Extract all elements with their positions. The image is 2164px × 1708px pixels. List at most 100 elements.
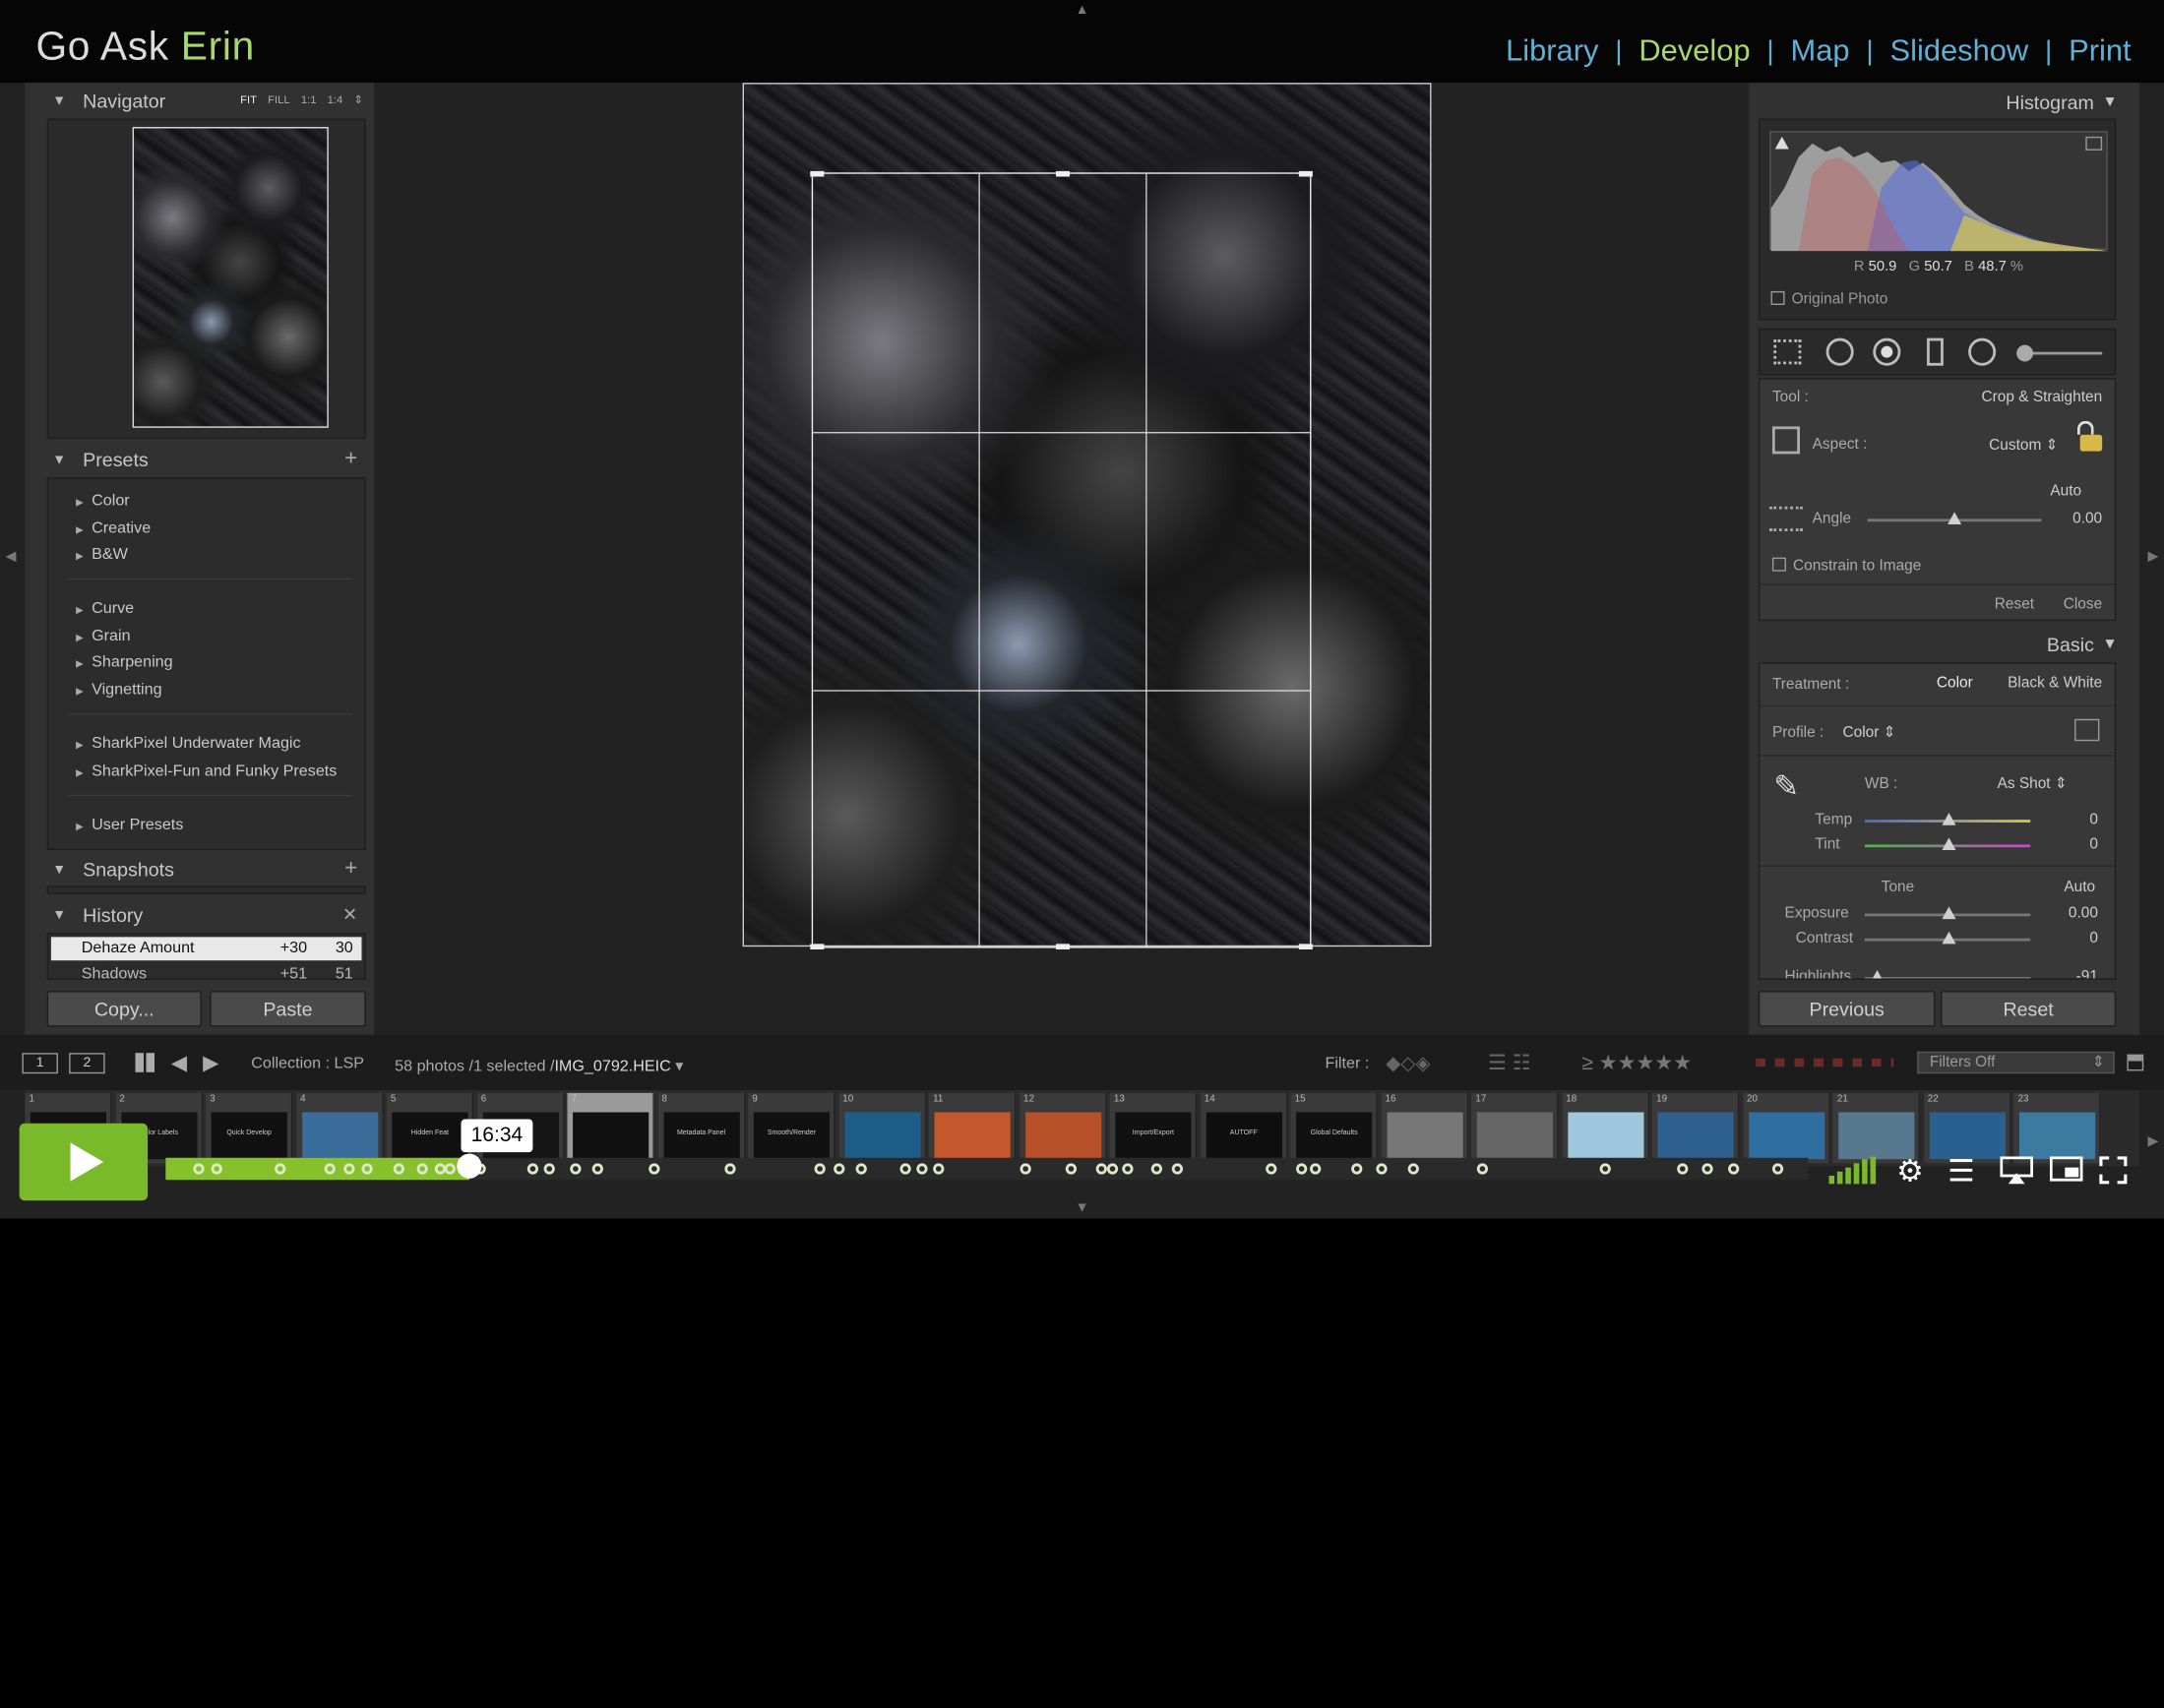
chapter-marker[interactable] bbox=[360, 1163, 373, 1175]
preset-folder[interactable]: ▶ Curve bbox=[76, 600, 134, 617]
filmstrip-scroll-right-icon[interactable]: ▶ bbox=[2147, 1134, 2158, 1149]
chapter-marker[interactable] bbox=[1700, 1163, 1713, 1175]
collapse-triangle-icon[interactable]: ▼ bbox=[2102, 93, 2117, 110]
tone-auto-button[interactable]: Auto bbox=[2064, 879, 2095, 895]
angle-slider-knob[interactable] bbox=[1948, 512, 1962, 524]
preset-folder[interactable]: ▶ Creative bbox=[76, 520, 151, 537]
tint-slider-knob[interactable] bbox=[1942, 837, 1956, 851]
zoom-1-1[interactable]: 1:1 bbox=[301, 93, 317, 106]
filter-preset-select[interactable]: Filters Off ⇕ bbox=[1917, 1051, 2115, 1074]
zoom-fit[interactable]: FIT bbox=[240, 93, 257, 106]
add-snapshot-icon[interactable]: + bbox=[344, 857, 357, 882]
module-print[interactable]: Print bbox=[2052, 33, 2131, 69]
checkbox-icon[interactable] bbox=[1770, 290, 1785, 305]
chapter-marker[interactable] bbox=[1727, 1163, 1739, 1175]
chapter-marker[interactable] bbox=[342, 1163, 354, 1175]
flag-filter-icons[interactable]: ◆◇◈ bbox=[1386, 1052, 1430, 1075]
chapter-marker[interactable] bbox=[1476, 1163, 1488, 1175]
module-library[interactable]: Library bbox=[1489, 33, 1615, 69]
radial-filter-icon[interactable] bbox=[1968, 337, 1997, 366]
highlight-clipping-icon[interactable] bbox=[2085, 136, 2103, 151]
chapter-marker[interactable] bbox=[592, 1163, 604, 1175]
chapter-marker[interactable] bbox=[723, 1163, 736, 1175]
spot-removal-icon[interactable] bbox=[1825, 337, 1854, 366]
zoom-fill[interactable]: FILL bbox=[268, 93, 289, 106]
picture-in-picture-icon[interactable] bbox=[2049, 1156, 2083, 1191]
module-slideshow[interactable]: Slideshow bbox=[1874, 33, 2045, 69]
back-arrow-icon[interactable]: ◀ bbox=[171, 1050, 187, 1075]
preset-folder[interactable]: ▶ User Presets bbox=[76, 817, 183, 833]
contrast-slider-knob[interactable] bbox=[1942, 931, 1956, 945]
module-develop[interactable]: Develop bbox=[1623, 33, 1767, 69]
exposure-slider-knob[interactable] bbox=[1942, 906, 1956, 920]
crop-tool-icon[interactable] bbox=[1773, 339, 1802, 365]
chapter-marker[interactable] bbox=[1376, 1163, 1388, 1175]
play-button[interactable] bbox=[19, 1123, 149, 1201]
auto-straighten-button[interactable]: Auto bbox=[2050, 483, 2081, 500]
collapse-triangle-icon[interactable]: ▼ bbox=[52, 862, 66, 877]
module-map[interactable]: Map bbox=[1774, 33, 1867, 69]
settings-gear-icon[interactable]: ⚙ bbox=[1896, 1154, 1924, 1190]
chapter-marker[interactable] bbox=[814, 1163, 826, 1175]
crop-handle[interactable] bbox=[810, 944, 825, 949]
paste-button[interactable]: Paste bbox=[210, 991, 366, 1027]
preset-folder[interactable]: ▶ Vignetting bbox=[76, 682, 161, 699]
fullscreen-icon[interactable] bbox=[2099, 1156, 2128, 1191]
second-window-button[interactable]: 2 bbox=[69, 1053, 105, 1074]
chapter-marker[interactable] bbox=[526, 1163, 538, 1175]
preset-folder[interactable]: ▶ SharkPixel Underwater Magic bbox=[76, 736, 300, 753]
chapter-marker[interactable] bbox=[899, 1163, 911, 1175]
main-photo[interactable] bbox=[742, 83, 1432, 949]
airplay-icon[interactable] bbox=[2000, 1156, 2034, 1191]
history-header[interactable]: ▼ History ✕ bbox=[25, 897, 374, 933]
highlights-value[interactable]: -91 bbox=[2076, 969, 2098, 979]
contrast-value[interactable]: 0 bbox=[2089, 930, 2098, 946]
basic-header[interactable]: Basic ▼ bbox=[2047, 634, 2118, 655]
preset-folder[interactable]: ▶ Color bbox=[76, 493, 130, 510]
main-window-button[interactable]: 1 bbox=[22, 1053, 58, 1074]
video-scrubber[interactable] bbox=[165, 1157, 1809, 1181]
crop-handle[interactable] bbox=[1298, 944, 1313, 949]
chapter-marker[interactable] bbox=[1065, 1163, 1078, 1175]
graduated-filter-icon[interactable] bbox=[1927, 337, 1944, 366]
white-balance-eyedropper-icon[interactable]: ✎ bbox=[1773, 768, 1807, 804]
constrain-to-image-toggle[interactable]: Constrain to Image bbox=[1771, 557, 1921, 574]
preset-folder[interactable]: ▶ Sharpening bbox=[76, 654, 172, 671]
crop-overlay[interactable] bbox=[810, 170, 1313, 949]
zoom-1-4[interactable]: 1:4 bbox=[328, 93, 343, 106]
crop-handle[interactable] bbox=[1055, 170, 1071, 177]
add-preset-icon[interactable]: + bbox=[344, 447, 357, 471]
original-photo-toggle[interactable]: Original Photo bbox=[1770, 290, 1887, 308]
lock-icon[interactable] bbox=[2074, 420, 2103, 452]
red-eye-icon[interactable] bbox=[1873, 337, 1901, 366]
profile-browser-icon[interactable] bbox=[2074, 718, 2100, 742]
aspect-select[interactable]: Custom ⇕ bbox=[1989, 436, 2058, 455]
chapter-marker[interactable] bbox=[932, 1163, 944, 1175]
chapters-list-icon[interactable]: ☰ bbox=[1948, 1154, 1975, 1190]
preset-folder[interactable]: ▶ SharkPixel-Fun and Funky Presets bbox=[76, 763, 337, 780]
collapse-triangle-icon[interactable]: ▼ bbox=[52, 907, 66, 922]
edit-filter-icons[interactable]: ☰ ☷ bbox=[1488, 1050, 1531, 1075]
previous-button[interactable]: Previous bbox=[1758, 991, 1936, 1027]
forward-arrow-icon[interactable]: ▶ bbox=[203, 1050, 218, 1075]
chapter-marker[interactable] bbox=[1150, 1163, 1162, 1175]
exposure-value[interactable]: 0.00 bbox=[2069, 905, 2098, 922]
chapter-marker[interactable] bbox=[1121, 1163, 1133, 1175]
history-item[interactable]: Shadows +51 51 bbox=[51, 963, 362, 979]
chapter-marker[interactable] bbox=[543, 1163, 555, 1175]
treatment-color-button[interactable]: Color bbox=[1937, 675, 1973, 692]
crop-close-button[interactable]: Close bbox=[2064, 596, 2102, 613]
chapter-marker[interactable] bbox=[1599, 1163, 1611, 1175]
color-label-filter[interactable] bbox=[1756, 1058, 1894, 1068]
grid-view-icon[interactable] bbox=[135, 1053, 155, 1072]
preset-folder[interactable]: ▶ Grain bbox=[76, 628, 130, 644]
chapter-marker[interactable] bbox=[1771, 1163, 1783, 1175]
chapter-marker[interactable] bbox=[649, 1163, 660, 1175]
image-canvas[interactable] bbox=[374, 83, 1750, 1035]
collapse-triangle-icon[interactable]: ▼ bbox=[52, 93, 66, 108]
highlights-slider-knob[interactable] bbox=[1870, 970, 1885, 979]
angle-value[interactable]: 0.00 bbox=[2072, 511, 2102, 527]
reset-button[interactable]: Reset bbox=[1941, 991, 2117, 1027]
history-item-selected[interactable]: Dehaze Amount +30 30 bbox=[50, 937, 362, 961]
right-panel-arrow-icon[interactable]: ▶ bbox=[2147, 549, 2158, 564]
